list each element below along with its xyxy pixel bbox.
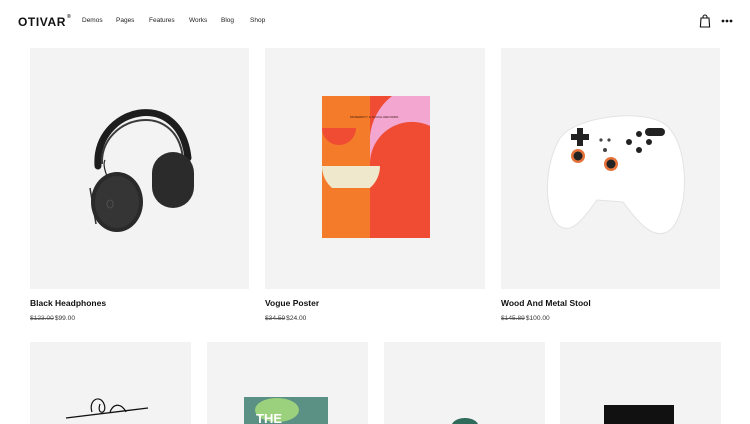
game-controller-image	[547, 115, 685, 235]
product-card-book[interactable]: THE	[207, 342, 368, 424]
product-price: $123.00$99.00	[30, 315, 75, 322]
brand-logo[interactable]: OTIVAR ®	[18, 14, 72, 29]
old-price: $123.00	[30, 315, 54, 322]
product-name[interactable]: Wood And Metal Stool	[501, 298, 591, 308]
brand-name: OTIVAR	[18, 15, 67, 29]
book-cover-text: THE	[256, 411, 282, 424]
product-card-poster[interactable]: MODERNITY & SOCIAL REFORMS	[265, 48, 485, 289]
nav-item-blog[interactable]: Blog	[221, 17, 250, 24]
product-name[interactable]: Vogue Poster	[265, 298, 319, 308]
main-nav: Demos Pages Features Works Blog Shop	[82, 17, 280, 24]
headphones-image	[89, 109, 194, 232]
product-card-headphones[interactable]	[30, 48, 249, 289]
nav-item-shop[interactable]: Shop	[250, 17, 280, 24]
product-card-bag[interactable]	[30, 342, 191, 424]
nav-item-demos[interactable]: Demos	[82, 17, 116, 24]
black-box-image	[604, 405, 674, 424]
site-header: OTIVAR ® Demos Pages Features Works Blog …	[0, 0, 750, 44]
shopping-bag-icon[interactable]	[699, 14, 711, 28]
old-price: $145.89	[501, 315, 525, 322]
nav-item-pages[interactable]: Pages	[116, 17, 149, 24]
nav-item-works[interactable]: Works	[189, 17, 221, 24]
current-price: $24.00	[286, 315, 307, 322]
poster-text: MODERNITY & SOCIAL REFORMS	[350, 115, 398, 119]
teapot-image	[452, 418, 478, 424]
old-price: $34.59	[265, 315, 286, 322]
product-card-controller[interactable]	[501, 48, 720, 289]
book-cover-image: THE	[244, 397, 328, 424]
product-price: $145.89$100.00	[501, 315, 550, 322]
product-card-box[interactable]	[560, 342, 721, 424]
product-price: $34.59$24.00	[265, 315, 306, 322]
current-price: $99.00	[54, 315, 76, 322]
product-name[interactable]: Black Headphones	[30, 298, 106, 308]
brand-mark: ®	[67, 14, 72, 20]
current-price: $100.00	[525, 315, 550, 322]
shopping-bag-illustration	[65, 398, 149, 419]
more-dots-icon[interactable]	[721, 15, 733, 27]
nav-item-features[interactable]: Features	[149, 17, 189, 24]
poster-image: MODERNITY & SOCIAL REFORMS	[322, 96, 430, 238]
product-card-teapot[interactable]	[384, 342, 545, 424]
